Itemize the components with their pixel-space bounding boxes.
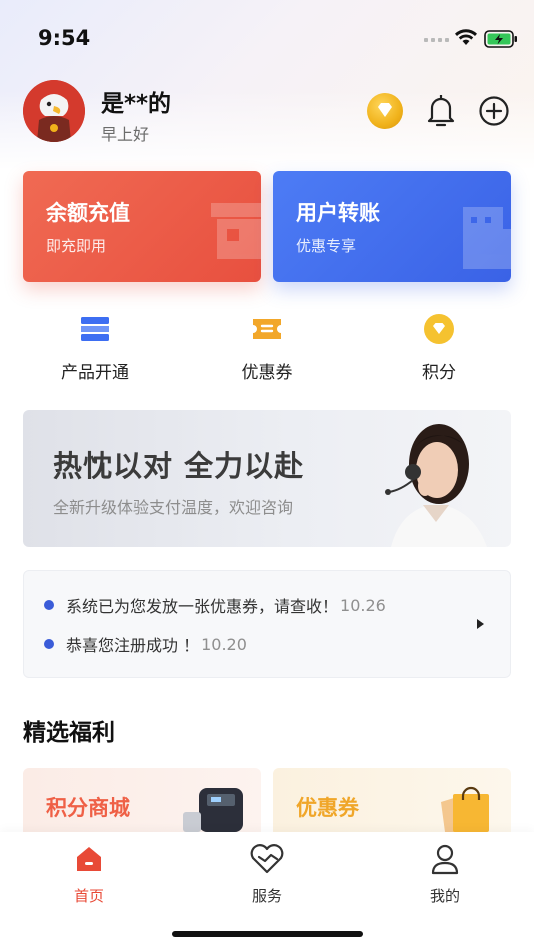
transfer-card[interactable]: 用户转账 优惠专享 [273, 171, 511, 282]
recharge-subtitle: 即充即用 [46, 237, 107, 255]
status-time: 9:54 [38, 26, 91, 50]
building-decoration-icon [463, 207, 511, 269]
notice-board[interactable]: 系统已为您发放一张优惠券，请查收！ 10.26 恭喜您注册成功 ！ 10.20 [23, 570, 511, 678]
profile-header: 是**的 早上好 [0, 78, 534, 148]
tab-label: 服务 [251, 887, 282, 905]
add-circle-icon[interactable] [478, 95, 510, 127]
tab-label: 首页 [73, 887, 104, 905]
status-bar: 9:54 [0, 0, 534, 70]
signal-icon [424, 38, 449, 42]
quick-item-coupon[interactable]: 优惠券 [197, 312, 337, 383]
recharge-title: 余额充值 [46, 201, 130, 225]
transfer-subtitle: 优惠专享 [296, 237, 357, 255]
points-mall-title: 积分商城 [46, 796, 130, 820]
quick-item-product[interactable]: 产品开通 [25, 312, 165, 383]
eagle-mascot-icon [23, 80, 85, 142]
banner-title: 热忱以对 全力以赴 [53, 449, 305, 483]
points-mall-card[interactable]: 积分商城 [23, 768, 261, 832]
notice-text: 系统已为您发放一张优惠券，请查收！ [66, 597, 339, 616]
points-icon [422, 312, 456, 346]
tab-label: 我的 [429, 887, 460, 905]
coupon-card[interactable]: 优惠券 [273, 768, 511, 832]
quick-item-label: 积分 [422, 363, 456, 383]
play-arrow-icon[interactable] [477, 619, 484, 629]
notice-text: 恭喜您注册成功 ！ [66, 636, 200, 655]
banner-subtitle: 全新升级体验支付温度，欢迎咨询 [53, 498, 294, 517]
shopping-bag-icon [441, 786, 489, 832]
battery-charging-icon [484, 30, 517, 48]
recharge-card[interactable]: 余额充值 即充即用 [23, 171, 261, 282]
heart-handshake-icon [207, 842, 327, 876]
greeting-text: 早上好 [101, 125, 150, 144]
vip-diamond-icon[interactable] [367, 93, 403, 129]
tab-profile[interactable]: 我的 [385, 842, 505, 906]
home-icon [29, 842, 149, 876]
transfer-title: 用户转账 [296, 201, 380, 225]
section-title: 精选福利 [23, 720, 115, 746]
wifi-icon [455, 29, 477, 45]
card-icon [78, 312, 112, 346]
store-decoration-icon [211, 203, 261, 259]
quick-item-label: 优惠券 [241, 363, 293, 383]
home-indicator [172, 931, 363, 937]
notice-dot [44, 600, 54, 610]
coupon-title: 优惠券 [296, 796, 359, 820]
bell-icon[interactable] [424, 92, 458, 128]
air-fryer-image [183, 788, 243, 832]
notice-item[interactable]: 恭喜您注册成功 ！ 10.20 [44, 632, 247, 656]
user-name: 是**的 [101, 91, 172, 117]
tab-service[interactable]: 服务 [207, 842, 327, 906]
avatar[interactable] [23, 80, 85, 142]
ticket-icon [250, 312, 284, 346]
notice-item[interactable]: 系统已为您发放一张优惠券，请查收！ 10.26 [44, 593, 386, 617]
user-icon [385, 842, 505, 876]
notice-date: 10.26 [340, 595, 386, 615]
notice-date: 10.20 [201, 634, 247, 654]
customer-service-agent-image [385, 424, 487, 547]
tab-home[interactable]: 首页 [29, 842, 149, 906]
notice-dot [44, 639, 54, 649]
quick-item-label: 产品开通 [61, 363, 129, 383]
promo-banner[interactable]: 热忱以对 全力以赴 全新升级体验支付温度，欢迎咨询 [23, 410, 511, 547]
quick-item-points[interactable]: 积分 [369, 312, 509, 383]
